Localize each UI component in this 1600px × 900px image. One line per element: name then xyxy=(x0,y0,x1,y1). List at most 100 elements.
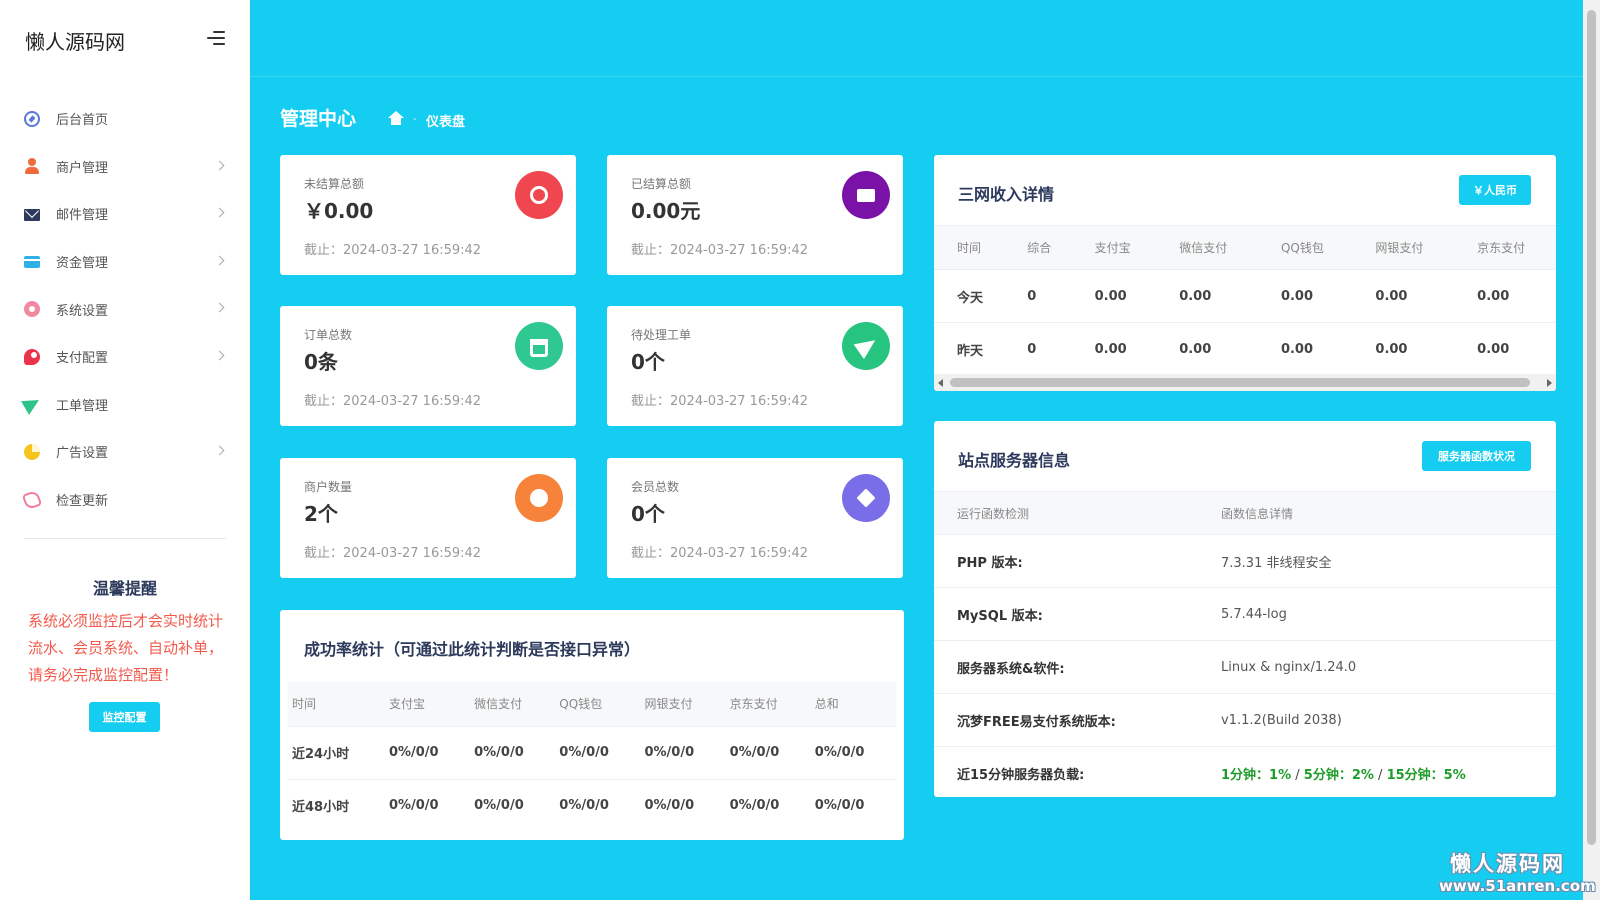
stat-card-members: 会员总数 0个 截止：2024-03-27 16:59:42 xyxy=(607,458,903,578)
stat-value: 2个 xyxy=(304,502,338,526)
table-cell: 0.00 xyxy=(1352,269,1455,323)
column-header: 综合 xyxy=(1004,225,1072,270)
stat-value: ￥0.00 xyxy=(304,199,374,223)
home-icon[interactable] xyxy=(388,111,404,125)
column-header: 时间 xyxy=(288,682,385,727)
user-icon xyxy=(24,158,40,175)
sidebar-item-mail[interactable]: 邮件管理 xyxy=(0,190,250,238)
sidebar-item-label: 邮件管理 xyxy=(56,208,109,224)
cart-icon xyxy=(515,322,563,370)
column-header: 时间 xyxy=(934,225,1005,270)
column-header: 总和 xyxy=(810,682,896,727)
load-separator: / xyxy=(1373,767,1387,783)
watermark-title: 懒人源码网 xyxy=(1450,852,1565,876)
table-cell: 0%/0/0 xyxy=(644,798,695,814)
table-cell: 昨天 xyxy=(957,343,984,359)
table-cell: 沉梦FREE易支付系统版本: xyxy=(934,693,1198,747)
stat-timestamp: 截止：2024-03-27 16:59:42 xyxy=(631,243,809,258)
stat-timestamp: 截止：2024-03-27 16:59:42 xyxy=(631,394,809,409)
sidebar-item-merchants[interactable]: 商户管理 xyxy=(0,143,250,191)
column-header: 运行函数检测 xyxy=(934,491,1198,535)
stat-value: 0个 xyxy=(631,350,665,374)
table-cell: 0%/0/0 xyxy=(729,798,780,814)
stat-card-settled: 已结算总额 0.00元 截止：2024-03-27 16:59:42 xyxy=(607,155,903,275)
column-header: QQ钱包 xyxy=(555,682,641,727)
income-detail-card: 三网收入详情 ￥人民币 时间 综合 支付宝 微信支付 QQ钱包 网银支付 京东支… xyxy=(934,155,1556,391)
sidebar-item-payment[interactable]: 支付配置 xyxy=(0,333,250,381)
stat-value: 0.00元 xyxy=(631,199,701,223)
server-info-table: 运行函数检测 函数信息详情 PHP 版本: 7.3.31 非线程安全 MySQL… xyxy=(934,491,1556,797)
column-header: 京东支付 xyxy=(725,682,811,727)
wallet-icon xyxy=(842,171,890,219)
horizontal-scrollbar[interactable] xyxy=(934,374,1556,391)
breadcrumb-current: 仪表盘 xyxy=(426,115,466,130)
credit-card-icon xyxy=(24,255,40,268)
stat-label: 订单总数 xyxy=(304,328,353,342)
chevron-right-icon xyxy=(214,445,225,456)
stat-card-merchants: 商户数量 2个 截止：2024-03-27 16:59:42 xyxy=(280,458,576,578)
table-cell: 近48小时 xyxy=(292,800,350,816)
sidebar-divider xyxy=(24,538,226,539)
table-row: 近15分钟服务器负载: 1分钟：1% / 5分钟：2% / 15分钟：5% xyxy=(934,747,1556,798)
top-header xyxy=(250,0,1583,77)
sidebar-item-update[interactable]: 检查更新 xyxy=(0,476,250,524)
pie-chart-icon xyxy=(24,443,40,460)
table-cell: 0.00 xyxy=(1071,269,1157,323)
table-cell: v1.1.2(Build 2038) xyxy=(1198,693,1556,747)
table-cell: MySQL 版本: xyxy=(934,587,1198,641)
table-cell: 0%/0/0 xyxy=(814,798,865,814)
stat-label: 已结算总额 xyxy=(631,177,692,191)
stat-timestamp: 截止：2024-03-27 16:59:42 xyxy=(304,394,482,409)
stat-label: 会员总数 xyxy=(631,480,680,494)
currency-rmb-button[interactable]: ￥人民币 xyxy=(1459,175,1531,205)
sidebar: 懒人源码网 后台首页 商户管理 邮件管理 资金管理 系统设置 支付配置 工单管理… xyxy=(0,0,250,900)
table-row: MySQL 版本: 5.7.44-log xyxy=(934,587,1556,641)
table-cell: 近15分钟服务器负载: xyxy=(957,767,1085,783)
table-cell: 0%/0/0 xyxy=(725,726,811,780)
compass-icon xyxy=(24,110,40,127)
page-vertical-scrollbar[interactable] xyxy=(1583,0,1600,900)
table-cell: 0.00 xyxy=(1280,341,1314,357)
server-functions-button[interactable]: 服务器函数状况 xyxy=(1422,441,1531,471)
chevron-right-icon xyxy=(214,302,225,313)
scrollbar-thumb[interactable] xyxy=(950,378,1530,387)
sidebar-item-funds[interactable]: 资金管理 xyxy=(0,238,250,286)
scroll-left-icon[interactable] xyxy=(938,379,943,387)
table-cell: 0.00 xyxy=(1477,341,1510,357)
stat-timestamp: 截止：2024-03-27 16:59:42 xyxy=(631,546,809,561)
sidebar-item-settings[interactable]: 系统设置 xyxy=(0,285,250,333)
mail-icon xyxy=(24,208,40,221)
scrollbar-thumb[interactable] xyxy=(1587,10,1596,845)
watermark-url: www.51anren.com xyxy=(1439,877,1596,895)
sidebar-item-home[interactable]: 后台首页 xyxy=(0,95,250,143)
table-cell: 0%/0/0 xyxy=(559,798,609,814)
stat-card-tickets: 待处理工单 0个 截止：2024-03-27 16:59:42 xyxy=(607,306,903,426)
sidebar-item-tickets[interactable]: 工单管理 xyxy=(0,381,250,429)
table-row: 今天 0 0.00 0.00 0.00 0.00 0.00 xyxy=(934,269,1556,323)
sidebar-nav: 后台首页 商户管理 邮件管理 资金管理 系统设置 支付配置 工单管理 广告设置 … xyxy=(0,95,250,523)
menu-toggle-icon[interactable] xyxy=(207,31,225,47)
sidebar-item-ads[interactable]: 广告设置 xyxy=(0,428,250,476)
monitor-config-button[interactable]: 监控配置 xyxy=(89,702,160,732)
server-info-card: 站点服务器信息 服务器函数状况 运行函数检测 函数信息详情 PHP 版本: 7.… xyxy=(934,421,1556,797)
sidebar-item-label: 系统设置 xyxy=(56,303,109,319)
table-cell: 0.00 xyxy=(1375,341,1408,357)
chevron-right-icon xyxy=(214,255,225,266)
table-row: 沉梦FREE易支付系统版本: v1.1.2(Build 2038) xyxy=(934,693,1556,747)
sidebar-item-label: 后台首页 xyxy=(56,113,109,129)
sidebar-item-label: 检查更新 xyxy=(56,494,109,510)
load-5min: 5分钟：2% xyxy=(1303,767,1374,783)
scroll-right-icon[interactable] xyxy=(1547,379,1552,387)
sidebar-item-label: 资金管理 xyxy=(56,256,109,272)
stat-value: 0个 xyxy=(631,502,665,526)
table-cell: 0%/0/0 xyxy=(555,726,641,780)
brand-logo-text[interactable]: 懒人源码网 xyxy=(25,26,125,55)
table-cell: 0%/0/0 xyxy=(474,798,524,814)
table-row: 近48小时 0%/0/0 0%/0/0 0%/0/0 0%/0/0 0%/0/0… xyxy=(288,779,896,832)
payment-icon xyxy=(24,348,40,365)
table-row: PHP 版本: 7.3.31 非线程安全 xyxy=(934,534,1556,588)
load-1min: 1分钟：1% xyxy=(1221,767,1292,783)
success-rate-table: 时间 支付宝 微信支付 QQ钱包 网银支付 京东支付 总和 近24小时 0%/0… xyxy=(288,682,896,832)
chevron-right-icon xyxy=(214,160,225,171)
server-info-title: 站点服务器信息 xyxy=(958,451,1071,470)
